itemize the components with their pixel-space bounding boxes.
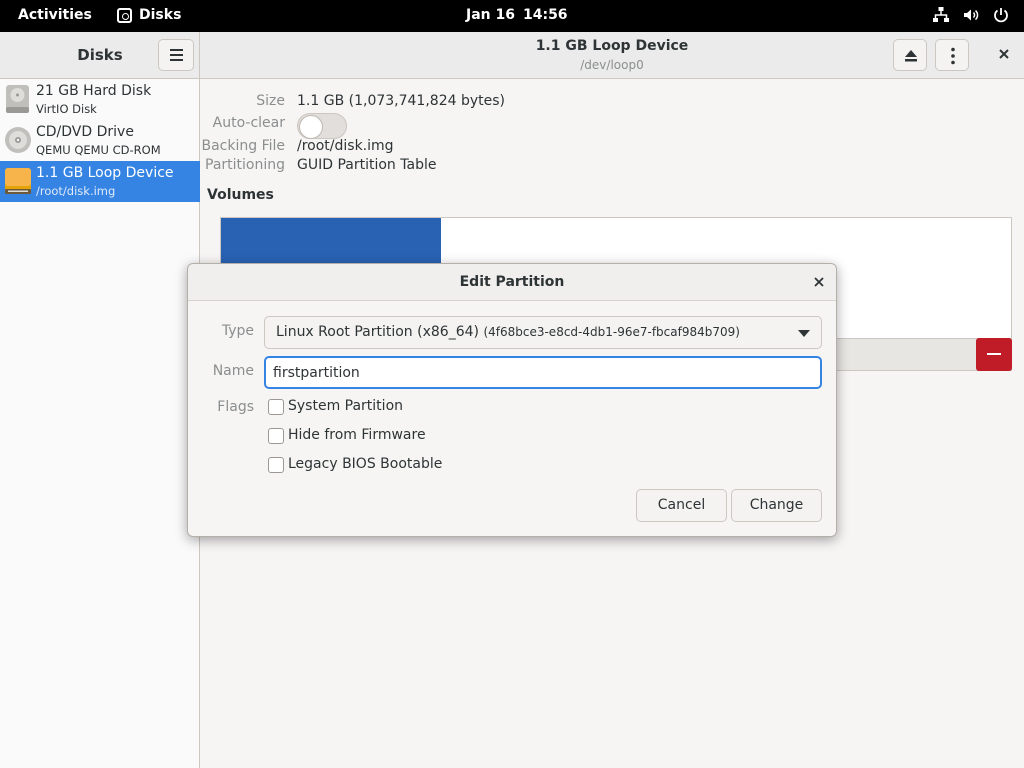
partition-type-dropdown[interactable]: Linux Root Partition (x86_64) (4f68bce3-… bbox=[264, 316, 822, 349]
close-icon bbox=[814, 277, 824, 287]
auto-clear-switch[interactable] bbox=[297, 113, 347, 139]
hide-from-firmware-checkbox[interactable] bbox=[268, 428, 284, 444]
close-icon bbox=[999, 49, 1009, 59]
volumes-heading: Volumes bbox=[207, 187, 274, 203]
legacy-bios-bootable-label[interactable]: Legacy BIOS Bootable bbox=[288, 456, 442, 472]
hamburger-icon bbox=[170, 49, 183, 51]
network-icon[interactable] bbox=[932, 6, 950, 24]
property-label: Auto-clear bbox=[212, 115, 285, 131]
app-menu[interactable]: Disks bbox=[117, 7, 181, 23]
partition-type-value: Linux Root Partition (x86_64) (4f68bce3-… bbox=[276, 324, 740, 340]
disk-item-hard-disk[interactable]: 21 GB Hard Disk VirtIO Disk bbox=[0, 79, 200, 120]
clock[interactable]: Jan 16 14:56 bbox=[466, 7, 576, 23]
power-icon[interactable] bbox=[992, 6, 1010, 24]
dialog-title: Edit Partition bbox=[459, 274, 565, 290]
system-partition-label[interactable]: System Partition bbox=[288, 398, 403, 414]
property-label: Partitioning bbox=[205, 157, 285, 173]
chevron-down-icon bbox=[798, 330, 810, 337]
disk-item-cd-dvd-drive[interactable]: CD/DVD Drive QEMU QEMU CD-ROM bbox=[0, 120, 200, 161]
name-label: Name bbox=[212, 363, 254, 379]
partition-name-input[interactable] bbox=[264, 356, 822, 389]
volume-icon[interactable] bbox=[962, 6, 980, 24]
disk-subtitle: QEMU QEMU CD-ROM bbox=[36, 143, 161, 157]
property-value: 1.1 GB (1,073,741,824 bytes) bbox=[297, 93, 505, 109]
kebab-menu-icon bbox=[951, 47, 955, 65]
property-value: GUID Partition Table bbox=[297, 157, 437, 173]
property-value: /root/disk.img bbox=[297, 138, 394, 154]
dialog-header: Edit Partition bbox=[188, 264, 836, 301]
disk-subtitle: VirtIO Disk bbox=[36, 102, 97, 116]
clock-time: 14:56 bbox=[522, 7, 568, 23]
disk-name: 21 GB Hard Disk bbox=[36, 83, 152, 99]
disk-item-loop-device[interactable]: 1.1 GB Loop Device /root/disk.img bbox=[0, 161, 200, 202]
partition-type-guid: (4f68bce3-e8cd-4db1-96e7-fbcaf984b709) bbox=[483, 325, 740, 339]
property-label: Backing File bbox=[201, 138, 285, 154]
delete-partition-button[interactable] bbox=[976, 338, 1012, 371]
disk-list: 21 GB Hard Disk VirtIO Disk CD/DVD Drive… bbox=[0, 79, 200, 768]
property-label: Size bbox=[256, 93, 285, 109]
main-header: 1.1 GB Loop Device /dev/loop0 bbox=[200, 32, 1024, 79]
window-close-button[interactable] bbox=[993, 43, 1015, 65]
top-bar: Activities Disks Jan 16 14:56 bbox=[0, 0, 1024, 32]
system-partition-checkbox[interactable] bbox=[268, 399, 284, 415]
disk-name: 1.1 GB Loop Device bbox=[36, 165, 174, 181]
hard-disk-icon bbox=[6, 85, 29, 113]
edit-partition-dialog: Edit Partition Type Linux Root Partition… bbox=[187, 263, 837, 537]
eject-icon bbox=[905, 50, 917, 62]
disk-subtitle: /root/disk.img bbox=[36, 184, 116, 198]
app-menu-label: Disks bbox=[139, 7, 182, 23]
system-tray[interactable] bbox=[932, 6, 1010, 24]
disk-name: CD/DVD Drive bbox=[36, 124, 134, 140]
clock-date: Jan 16 bbox=[466, 7, 515, 23]
legacy-bios-bootable-checkbox[interactable] bbox=[268, 457, 284, 473]
change-button[interactable]: Change bbox=[731, 489, 822, 522]
optical-drive-icon bbox=[5, 127, 31, 153]
hamburger-icon bbox=[170, 59, 183, 61]
eject-button[interactable] bbox=[893, 39, 927, 71]
main-menu-button[interactable] bbox=[158, 39, 194, 71]
hamburger-icon bbox=[170, 54, 183, 56]
partition-type-name: Linux Root Partition (x86_64) bbox=[276, 324, 479, 340]
disks-app-icon bbox=[117, 7, 132, 23]
flags-label: Flags bbox=[217, 399, 254, 415]
cancel-button[interactable]: Cancel bbox=[636, 489, 727, 522]
loop-device-icon bbox=[5, 168, 31, 194]
type-label: Type bbox=[221, 323, 254, 339]
dialog-close-button[interactable] bbox=[810, 273, 828, 291]
drive-options-button[interactable] bbox=[935, 39, 969, 71]
activities-button[interactable]: Activities bbox=[18, 7, 92, 23]
hide-from-firmware-label[interactable]: Hide from Firmware bbox=[288, 427, 426, 443]
sidebar-header: Disks bbox=[0, 32, 200, 79]
